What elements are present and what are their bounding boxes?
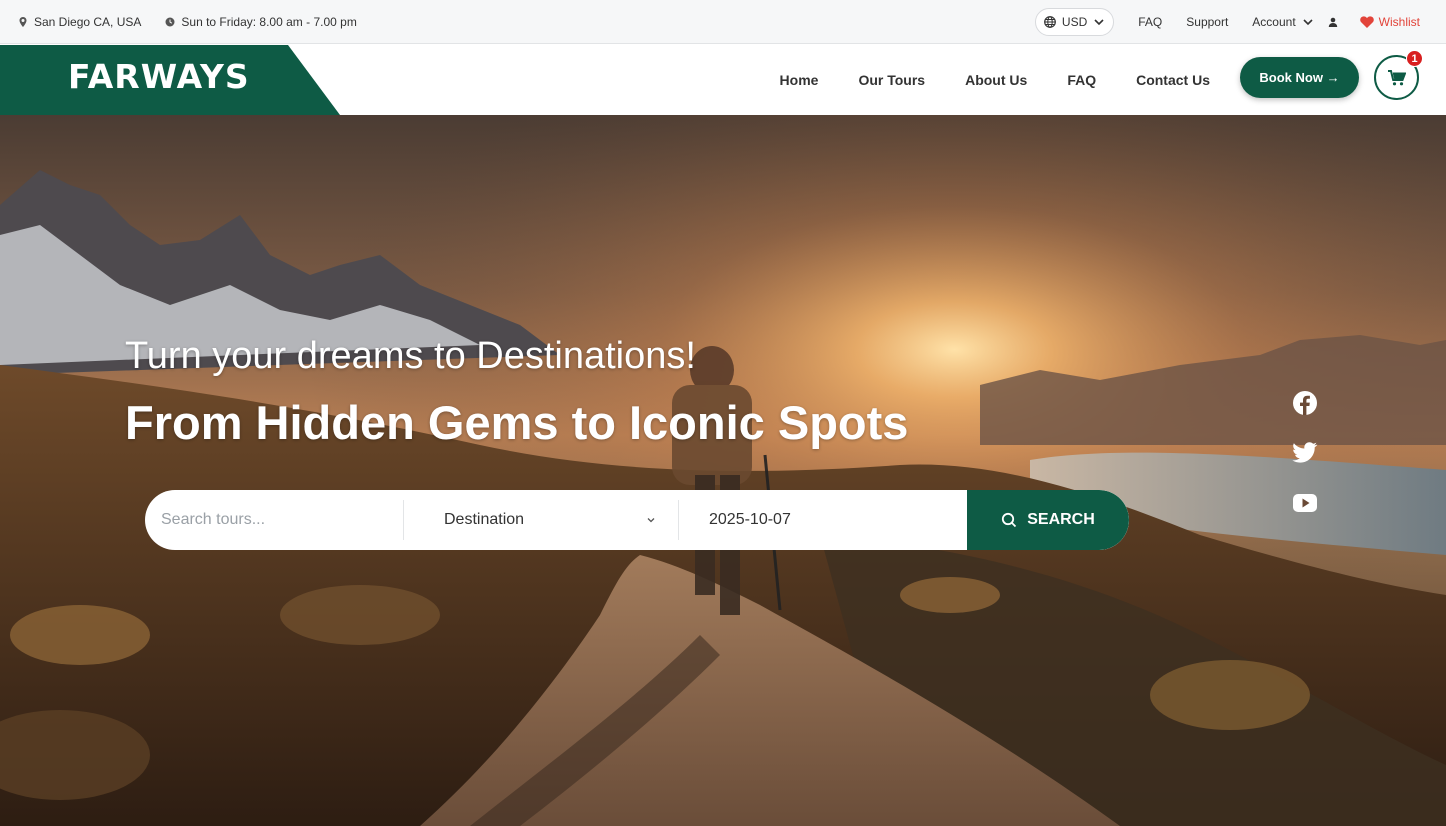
heart-icon bbox=[1359, 16, 1374, 28]
hours-text: Sun to Friday: 8.00 am - 7.00 pm bbox=[181, 15, 357, 29]
account-label: Account bbox=[1252, 15, 1296, 29]
currency-select[interactable]: USD bbox=[1034, 8, 1115, 36]
hero-subtitle: Turn your dreams to Destinations! bbox=[125, 335, 696, 377]
tour-search-bar: Search tours... Destination 2025-10-07 S… bbox=[145, 490, 1129, 550]
facebook-icon[interactable] bbox=[1292, 391, 1318, 415]
topbar-faq-link[interactable]: FAQ bbox=[1138, 15, 1162, 29]
chevron-down-icon bbox=[647, 518, 655, 523]
chevron-down-icon bbox=[1303, 19, 1313, 26]
cart-count-badge: 1 bbox=[1406, 50, 1423, 67]
site-logo[interactable]: FARWAYS bbox=[68, 57, 250, 96]
search-tours-input[interactable]: Search tours... bbox=[145, 490, 403, 550]
user-icon[interactable] bbox=[1328, 17, 1338, 27]
hero-section: Turn your dreams to Destinations! From H… bbox=[0, 115, 1446, 826]
map-pin-icon bbox=[19, 17, 27, 27]
date-input[interactable]: 2025-10-07 bbox=[679, 490, 952, 550]
twitter-icon[interactable] bbox=[1292, 441, 1318, 465]
main-nav: Home Our Tours About Us FAQ Contact Us bbox=[780, 45, 1210, 115]
nav-faq[interactable]: FAQ bbox=[1067, 72, 1096, 88]
main-header: FARWAYS Home Our Tours About Us FAQ Cont… bbox=[0, 45, 1446, 115]
search-button[interactable]: SEARCH bbox=[967, 490, 1129, 550]
globe-icon bbox=[1044, 16, 1056, 28]
clock-icon bbox=[165, 17, 175, 27]
shopping-cart-icon bbox=[1387, 69, 1406, 85]
destination-value: Destination bbox=[444, 511, 525, 528]
destination-select[interactable]: Destination bbox=[404, 490, 678, 550]
location-text: San Diego CA, USA bbox=[34, 15, 142, 29]
search-button-label: SEARCH bbox=[1027, 511, 1095, 528]
wishlist-label: Wishlist bbox=[1378, 15, 1420, 29]
topbar-support-link[interactable]: Support bbox=[1186, 15, 1228, 29]
youtube-icon[interactable] bbox=[1292, 491, 1318, 515]
search-icon bbox=[1002, 512, 1017, 528]
account-dropdown[interactable]: Account bbox=[1252, 15, 1313, 29]
hours-info: Sun to Friday: 8.00 am - 7.00 pm bbox=[165, 15, 357, 29]
nav-contact-us[interactable]: Contact Us bbox=[1136, 72, 1210, 88]
hero-background-image bbox=[0, 115, 1446, 826]
location-info: San Diego CA, USA bbox=[18, 15, 141, 29]
currency-label: USD bbox=[1061, 15, 1088, 29]
book-now-button[interactable]: Book Now → bbox=[1240, 57, 1359, 98]
wishlist-link[interactable]: Wishlist bbox=[1359, 15, 1420, 29]
nav-our-tours[interactable]: Our Tours bbox=[858, 72, 925, 88]
top-bar: San Diego CA, USA Sun to Friday: 8.00 am… bbox=[0, 0, 1446, 44]
chevron-down-icon bbox=[1094, 19, 1104, 26]
hero-title: From Hidden Gems to Iconic Spots bbox=[125, 396, 909, 449]
social-links bbox=[1292, 391, 1318, 515]
nav-home[interactable]: Home bbox=[780, 72, 819, 88]
nav-about-us[interactable]: About Us bbox=[965, 72, 1027, 88]
